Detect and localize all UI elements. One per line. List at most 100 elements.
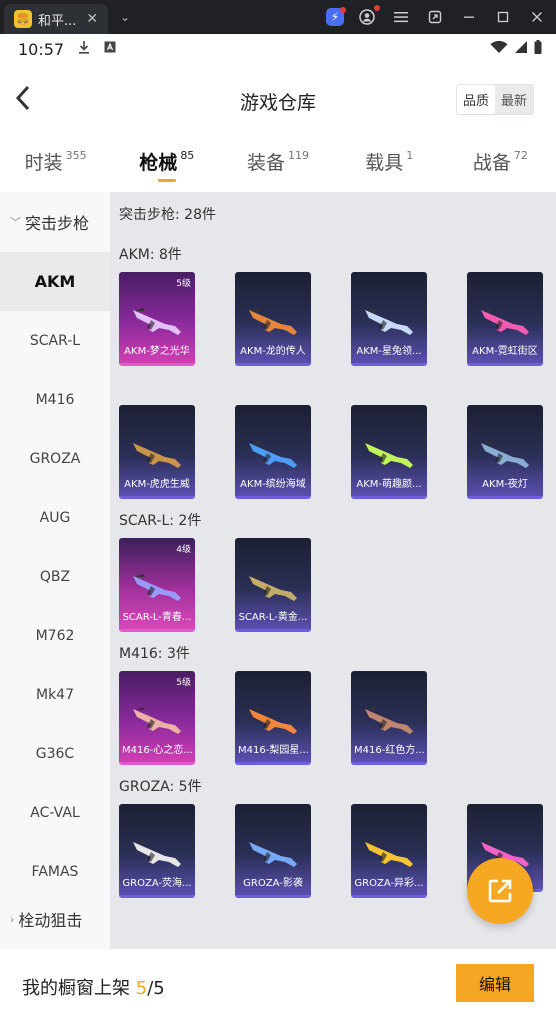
showcase-text: 我的橱窗上架 <box>22 978 130 999</box>
weapon-card[interactable]: AKM-夜灯 <box>467 405 543 499</box>
skin-name: M416-红色方... <box>354 745 425 756</box>
weapon-card[interactable]: M416-梨园星... <box>235 671 311 765</box>
menu-icon[interactable] <box>390 6 412 28</box>
sort-toggle: 品质 最新 <box>455 84 534 115</box>
category-summary: 突击步枪: 28件 <box>119 207 216 223</box>
skin-level-badge: 5级 <box>176 678 191 688</box>
tab-fashion[interactable]: 时装 355 <box>0 134 111 192</box>
skin-name: GROZA-影袭 <box>243 878 303 889</box>
gun-skin-icon <box>249 707 297 734</box>
section-title: GROZA: 5件 <box>119 779 202 795</box>
showcase-current: 5 <box>135 978 148 999</box>
skin-name: SCAR-L-青春... <box>122 612 192 623</box>
tab-label: 装备 <box>247 152 286 174</box>
weapon-card[interactable]: AKM-星兔领... <box>351 272 427 366</box>
sidebar-item-g36c[interactable]: G36C <box>0 724 110 783</box>
maximize-icon[interactable] <box>492 6 514 28</box>
share-button[interactable] <box>467 858 533 924</box>
close-window-icon[interactable] <box>526 6 548 28</box>
active-tab-indicator <box>157 179 176 182</box>
gun-skin-icon <box>481 308 529 335</box>
gun-skin-icon <box>133 840 181 867</box>
skin-name: AKM-缤纷海域 <box>240 479 306 490</box>
notification-dot <box>374 5 380 11</box>
sort-newest-button[interactable]: 最新 <box>494 85 533 114</box>
tab-label: 载具 <box>365 152 404 174</box>
gun-skin-icon <box>133 308 181 335</box>
close-icon[interactable]: ✕ <box>86 11 98 27</box>
skin-level-badge: 4级 <box>176 545 191 555</box>
page-header: 游戏仓库 品质 最新 <box>0 64 556 134</box>
tab-count: 72 <box>513 149 528 162</box>
weapon-card[interactable]: AKM-萌趣颜... <box>351 405 427 499</box>
gun-skin-icon <box>365 308 413 335</box>
section-title: M416: 3件 <box>119 646 190 662</box>
gun-skin-icon <box>249 574 297 601</box>
chevron-down-icon[interactable]: ⌄ <box>120 10 130 24</box>
weapon-card[interactable]: GROZA-荧海... <box>119 804 195 898</box>
weapon-card[interactable]: 5级 AKM-梦之光华 <box>119 272 195 366</box>
sidebar-item-qbz[interactable]: QBZ <box>0 547 110 606</box>
edit-button[interactable]: 编辑 <box>456 964 534 1002</box>
tab-count: 85 <box>180 149 195 162</box>
minimize-icon[interactable] <box>458 6 480 28</box>
skin-name: GROZA-异彩... <box>354 878 424 889</box>
tab-vehicles[interactable]: 载具 1 <box>334 134 445 192</box>
sidebar-item-aug[interactable]: AUG <box>0 488 110 547</box>
skin-name: AKM-萌趣颜... <box>356 479 422 490</box>
lightning-icon[interactable]: ⚡ <box>326 7 346 26</box>
skin-name: M416-心之恋... <box>122 745 193 756</box>
showcase-footer: 我的橱窗上架 5/5 编辑 <box>0 949 556 1019</box>
signal-icon <box>514 40 528 58</box>
tab-label: 枪械 <box>139 152 178 174</box>
gun-skin-icon <box>365 441 413 468</box>
weapon-card[interactable]: GROZA-异彩... <box>351 804 427 898</box>
account-icon[interactable] <box>356 5 380 28</box>
weapon-card[interactable]: M416-红色方... <box>351 671 427 765</box>
weapon-card[interactable]: AKM-虎虎生威 <box>119 405 195 499</box>
weapon-type-sidebar: ﹀ 突击步枪 AKM SCAR-L M416 GROZA AUG QBZ M76… <box>0 192 110 949</box>
weapon-card[interactable]: AKM-缤纷海域 <box>235 405 311 499</box>
weapon-card[interactable]: GROZA-影袭 <box>235 804 311 898</box>
weapon-card[interactable]: AKM-霓虹街区 <box>467 272 543 366</box>
tab-battle-gear[interactable]: 战备 72 <box>445 134 556 192</box>
weapon-card[interactable]: 4级 SCAR-L-青春... <box>119 538 195 632</box>
app-tab[interactable]: 🍔 和平... ✕ <box>4 4 108 34</box>
sidebar-group-assault-rifles[interactable]: ﹀ 突击步枪 <box>0 192 110 252</box>
tab-label: 时装 <box>24 152 63 174</box>
sidebar-item-m416[interactable]: M416 <box>0 370 110 429</box>
chevron-right-icon: › <box>10 912 15 926</box>
sidebar-group-label: 突击步枪 <box>25 214 90 233</box>
showcase-count: 5/5 <box>136 978 165 999</box>
sidebar-item-famas[interactable]: FAMAS <box>0 842 110 901</box>
tab-equipment[interactable]: 装备 119 <box>222 134 333 192</box>
gun-skin-icon <box>249 441 297 468</box>
tab-count: 355 <box>65 149 87 162</box>
sort-quality-button[interactable]: 品质 <box>456 85 495 114</box>
skin-name: AKM-梦之光华 <box>124 346 190 357</box>
status-bar: 10:57 <box>0 34 556 64</box>
sidebar-item-m762[interactable]: M762 <box>0 606 110 665</box>
sidebar-item-scar-l[interactable]: SCAR-L <box>0 311 110 370</box>
tab-count: 119 <box>288 149 310 162</box>
skin-name: AKM-夜灯 <box>482 479 528 490</box>
app-title: 和平... <box>38 13 77 29</box>
section-title: SCAR-L: 2件 <box>119 513 202 529</box>
weapon-card[interactable]: 5级 M416-心之恋... <box>119 671 195 765</box>
skin-name: AKM-龙的传人 <box>240 346 306 357</box>
tab-guns[interactable]: 枪械 85 <box>111 134 222 192</box>
sidebar-item-akm[interactable]: AKM <box>0 252 110 311</box>
gun-skin-icon <box>249 308 297 335</box>
skin-name: AKM-星兔领... <box>356 346 422 357</box>
tab-label: 战备 <box>472 152 511 174</box>
sidebar-group-bolt-action[interactable]: › 栓动狙击 <box>0 901 110 937</box>
download-icon <box>78 40 90 58</box>
weapon-card[interactable]: SCAR-L-黄金... <box>235 538 311 632</box>
sidebar-item-ac-val[interactable]: AC-VAL <box>0 783 110 842</box>
clock: 10:57 <box>18 39 65 59</box>
wifi-icon <box>490 40 508 58</box>
weapon-card[interactable]: AKM-龙的传人 <box>235 272 311 366</box>
sidebar-item-mk47[interactable]: Mk47 <box>0 665 110 724</box>
sidebar-item-groza[interactable]: GROZA <box>0 429 110 488</box>
screenshot-icon[interactable] <box>424 6 446 28</box>
